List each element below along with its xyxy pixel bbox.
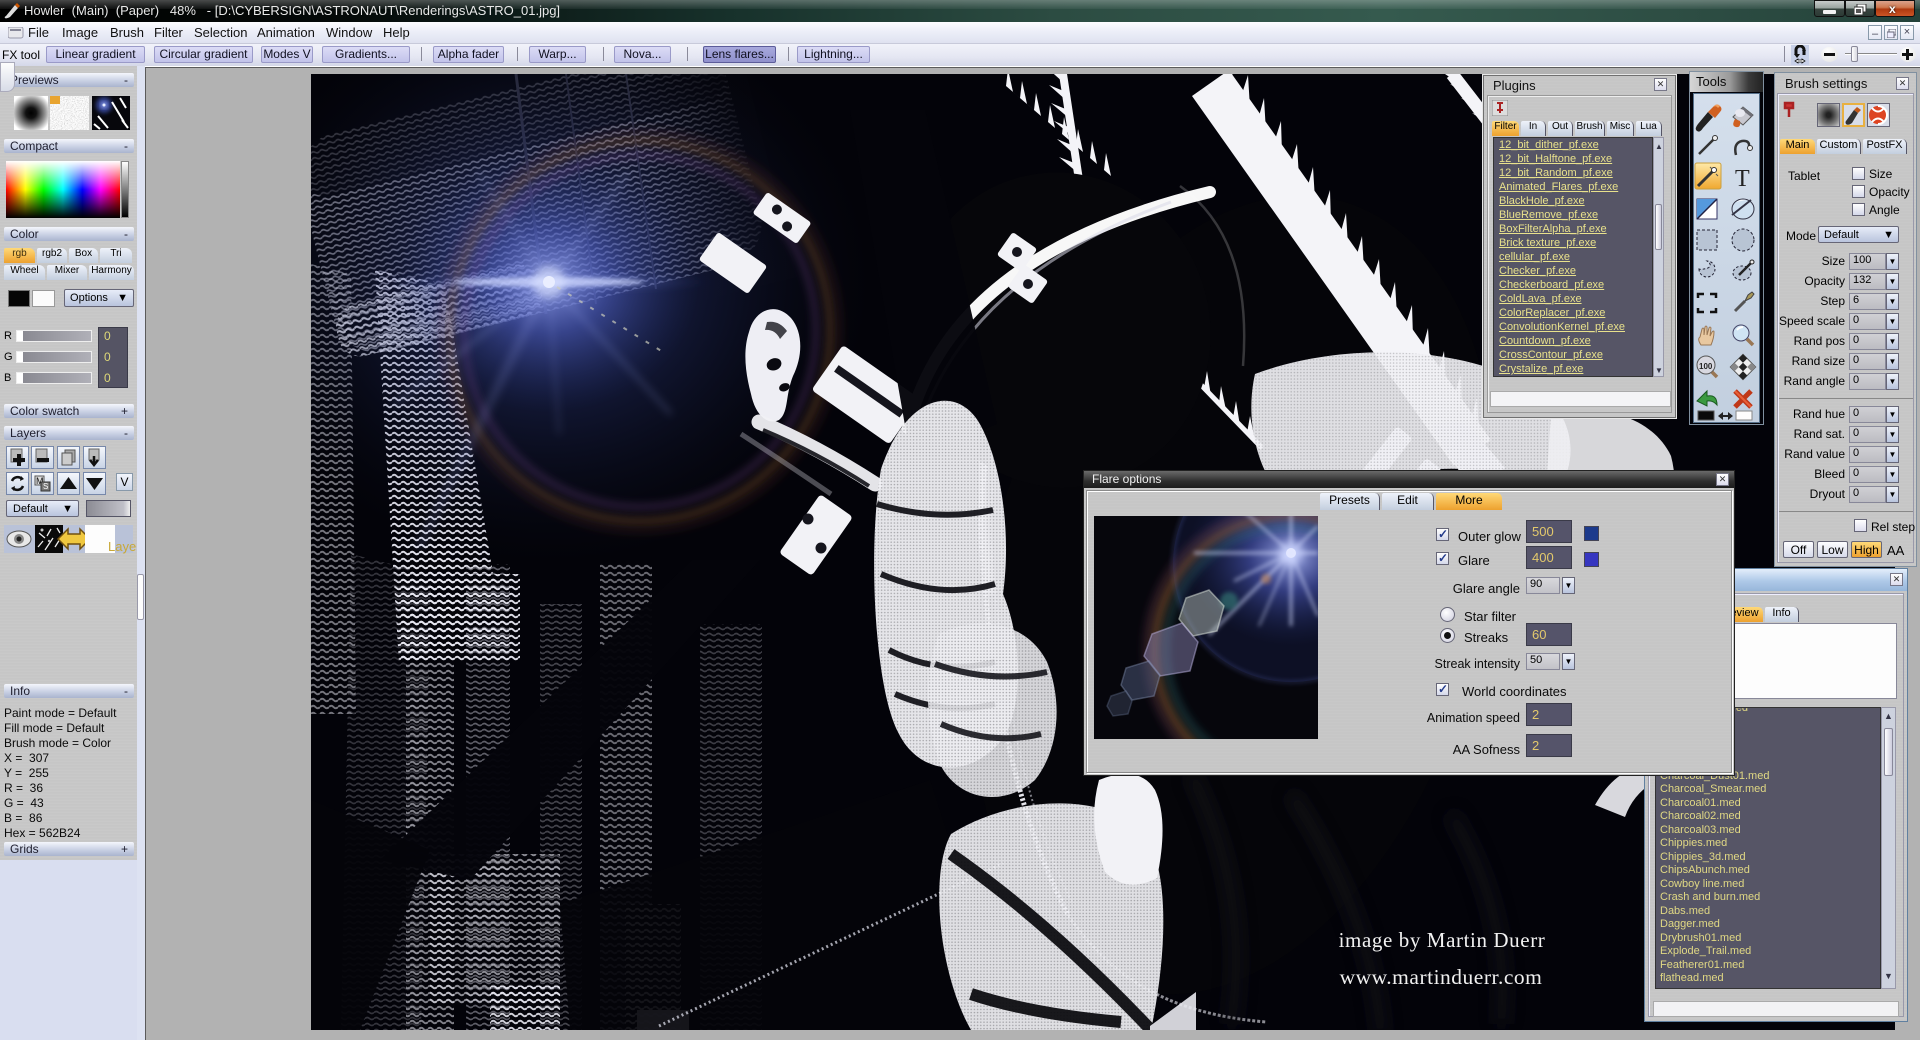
svg-text:T: T bbox=[1735, 166, 1750, 192]
svg-text:100: 100 bbox=[1699, 362, 1713, 371]
svg-text:image by Martin Duerr: image by Martin Duerr bbox=[1339, 928, 1546, 952]
svg-text:www.martinduerr.com: www.martinduerr.com bbox=[1340, 965, 1543, 989]
svg-text:S: S bbox=[43, 482, 48, 491]
